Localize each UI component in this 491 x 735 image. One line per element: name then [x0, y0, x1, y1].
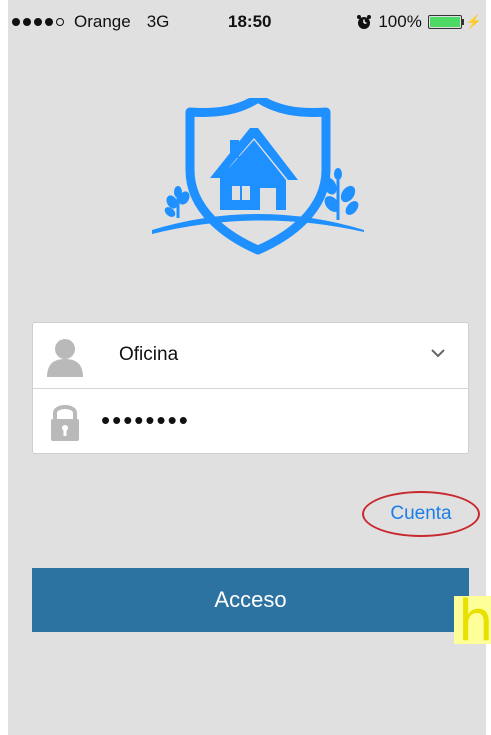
house-shield-logo-icon — [152, 98, 364, 255]
alarm-clock-icon — [357, 15, 372, 29]
battery-fill — [429, 17, 460, 27]
signal-dot — [12, 18, 20, 26]
battery-percent: 100% — [378, 12, 422, 31]
access-button[interactable]: Acceso — [32, 568, 469, 632]
password-row[interactable]: •••••••• — [33, 389, 468, 454]
user-select-value[interactable]: Oficina — [119, 344, 178, 366]
account-link[interactable]: Cuenta — [362, 491, 480, 537]
login-form: Oficina •••••••• — [32, 322, 469, 454]
user-icon — [47, 339, 83, 377]
signal-dot — [56, 18, 64, 26]
status-bar: Orange 3G 18:50 100% ⚡ — [8, 0, 486, 44]
lock-icon — [51, 405, 79, 441]
chevron-down-icon[interactable] — [430, 345, 446, 361]
overlay-glyph: h — [454, 596, 491, 644]
battery-icon: ⚡ — [427, 14, 482, 30]
signal-dot — [23, 18, 31, 26]
status-right: 100% ⚡ — [356, 12, 482, 32]
status-time: 18:50 — [228, 12, 272, 31]
app-screen: Orange 3G 18:50 100% ⚡ Oficina •••••••• … — [8, 0, 486, 735]
signal-strength-icon — [12, 18, 64, 26]
signal-dot — [45, 18, 53, 26]
user-select-row[interactable]: Oficina — [33, 323, 468, 389]
carrier-name: Orange — [74, 12, 131, 31]
status-left: Orange 3G — [12, 12, 169, 32]
charging-bolt-icon: ⚡ — [465, 14, 482, 29]
overlay-glyph-text: h — [458, 596, 491, 644]
network-type: 3G — [146, 12, 170, 31]
signal-dot — [34, 18, 42, 26]
password-field[interactable]: •••••••• — [101, 405, 190, 436]
